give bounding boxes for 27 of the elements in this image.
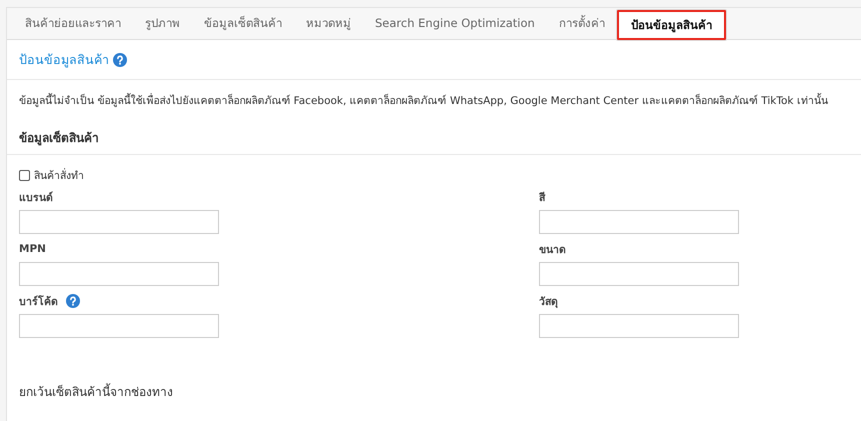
checkbox[interactable] [19,170,30,181]
input-field[interactable] [539,210,739,234]
input-field[interactable] [19,262,219,286]
description-text: ข้อมูลนี้ไม่จำเป็น ข้อมูลนี้ใช้เพื่อส่งไปยังแคตตาล็อกผลิตภัณฑ์ Facebook, แคตตาล็อกผลิตภัณฑ์ WhatsApp, Google Merchant Center และแคตตาล็อกผลิตภัณฑ์ TikTok เท่านั้น [19,95,828,107]
tab[interactable]: Search Engine Optimization [363,8,547,39]
tab[interactable]: ป้อนข้อมูลสินค้า [616,10,726,40]
field-label: สี [539,190,545,206]
section-title: ข้อมูลเซ็ตสินค้า [19,130,99,147]
tab[interactable]: ข้อมูลเซ็ตสินค้า [192,8,294,39]
field-label: วัสดุ [539,294,558,310]
field-label: ขนาด [539,242,566,258]
input-field[interactable] [19,314,219,338]
tab[interactable]: หมวดหมู่ [294,8,363,39]
tab[interactable]: สินค้าย่อยและราคา [13,8,133,39]
field-label: แบรนด์ [19,190,53,206]
section-title: ยกเว้นเซ็ตสินค้านี้จากช่องทาง [19,385,173,399]
field-label: MPN [19,243,46,255]
input-field[interactable] [539,314,739,338]
help-icon[interactable] [113,52,127,66]
checkbox-label: สินค้าสั่งทำ [34,167,84,184]
help-icon[interactable] [66,294,80,308]
input-field[interactable] [19,210,219,234]
field-label: บาร์โค้ด [19,294,58,310]
tab[interactable]: การตั้งค่า [546,8,617,39]
page-title: ป้อนข้อมูลสินค้า [19,50,109,70]
tab[interactable]: รูปภาพ [133,8,192,39]
input-field[interactable] [539,262,739,286]
